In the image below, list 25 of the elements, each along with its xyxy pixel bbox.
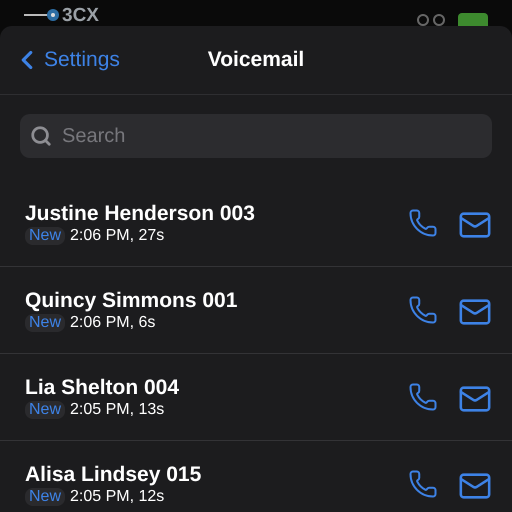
new-badge: New [25,314,66,332]
voicemail-meta: 2:05 PM, 13s [70,401,164,419]
screen-title: Voicemail [208,48,304,72]
voicemail-row[interactable]: Justine Henderson 003 New 2:06 PM, 27s [0,180,512,267]
logo-text: 3CX [62,6,99,25]
status-indicator-icon [458,13,488,26]
search-icon [30,125,52,147]
voicemail-meta: 2:05 PM, 12s [70,488,164,506]
back-link[interactable]: Settings [12,45,120,75]
logo-icon [24,8,60,22]
search-field[interactable]: Search [20,114,492,158]
caller-name: Lia Shelton 004 [25,376,180,400]
rings-icon [416,13,446,26]
new-badge: New [25,488,66,506]
voicemail-meta: 2:06 PM, 6s [70,314,156,332]
voicemail-row[interactable]: Alisa Lindsey 015 New 2:05 PM, 12s [0,441,512,512]
new-badge: New [25,227,66,245]
voicemail-row[interactable]: Lia Shelton 004 New 2:05 PM, 13s [0,354,512,441]
search-input[interactable]: Search [60,124,482,148]
voicemail-row[interactable]: Quincy Simmons 001 New 2:06 PM, 6s [0,267,512,354]
caller-name: Alisa Lindsey 015 [25,463,202,487]
caller-name: Quincy Simmons 001 [25,289,238,313]
caller-name: Justine Henderson 003 [25,202,256,226]
voicemail-meta: 2:06 PM, 27s [70,227,164,245]
new-badge: New [25,401,66,419]
